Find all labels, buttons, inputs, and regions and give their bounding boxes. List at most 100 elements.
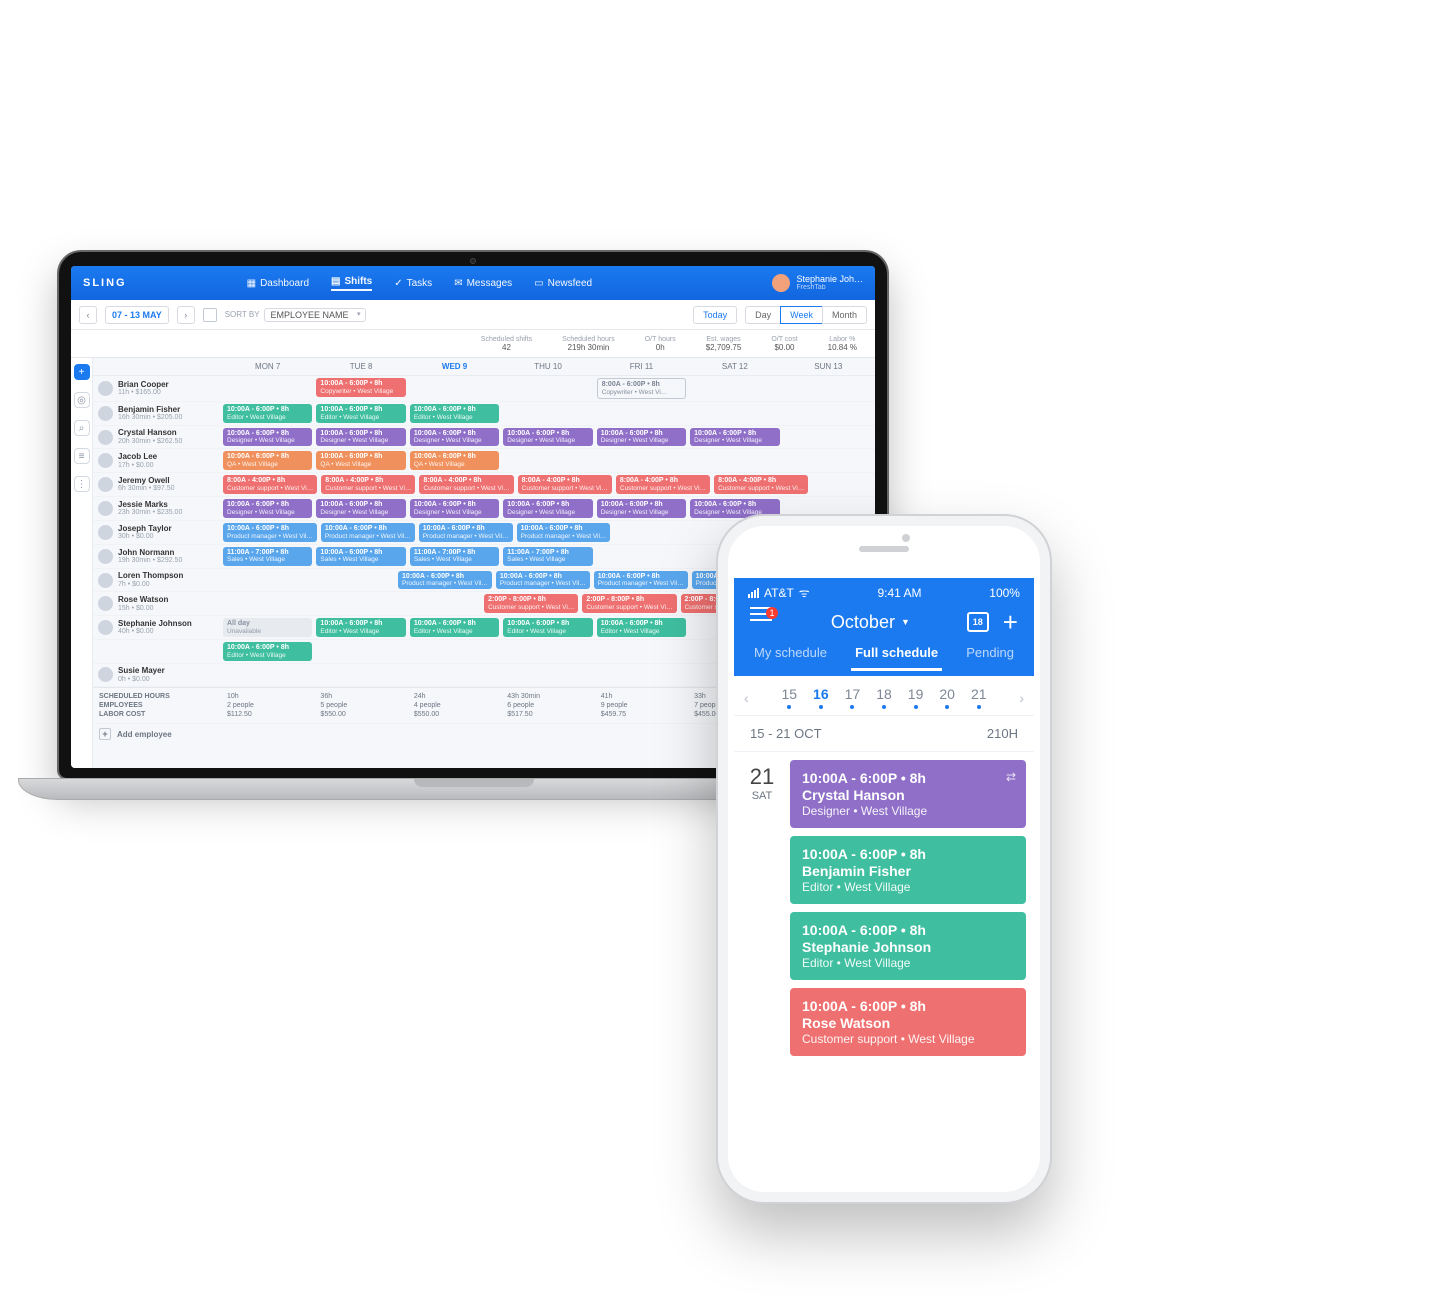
shift-slot[interactable]: 10:00A - 6:00P • 8hDesigner • West Villa…: [501, 497, 594, 520]
day-pill[interactable]: 17: [845, 686, 861, 709]
shift-chip[interactable]: 10:00A - 6:00P • 8hSales • West Village: [316, 547, 405, 566]
day-header[interactable]: THU 10: [501, 362, 594, 371]
shift-chip[interactable]: 10:00A - 6:00P • 8hEditor • West Village: [410, 618, 499, 637]
shift-slot[interactable]: 10:00A - 6:00P • 8hProduct manager • Wes…: [515, 521, 613, 544]
next-week-button[interactable]: ›: [177, 306, 195, 324]
date-range[interactable]: 07 - 13 MAY: [105, 306, 169, 324]
shift-slot[interactable]: [501, 376, 594, 401]
employee-cell[interactable]: John Normann19h 30min • $292.50: [93, 545, 221, 568]
shift-slot[interactable]: 10:00A - 6:00P • 8hSales • West Village: [314, 545, 407, 568]
nav-newsfeed[interactable]: ▭Newsfeed: [534, 278, 592, 289]
shift-chip[interactable]: 8:00A - 4:00P • 8hCustomer support • Wes…: [518, 475, 612, 494]
shift-slot[interactable]: 11:00A - 7:00P • 8hSales • West Village: [221, 545, 314, 568]
shift-slot[interactable]: [688, 449, 781, 472]
shift-chip[interactable]: 10:00A - 6:00P • 8hDesigner • West Villa…: [316, 499, 405, 518]
day-pill[interactable]: 18: [876, 686, 892, 709]
location-icon[interactable]: ◎: [74, 392, 90, 408]
shift-slot[interactable]: 10:00A - 6:00P • 8hDesigner • West Villa…: [314, 426, 407, 449]
shift-chip[interactable]: 10:00A - 6:00P • 8hEditor • West Village: [223, 642, 312, 661]
shift-slot[interactable]: [595, 640, 688, 663]
shift-chip[interactable]: 10:00A - 6:00P • 8hEditor • West Village: [316, 618, 405, 637]
day-pill[interactable]: 20: [939, 686, 955, 709]
day-pill[interactable]: 16: [813, 686, 829, 709]
nav-tasks[interactable]: ✓Tasks: [394, 278, 432, 289]
shift-slot[interactable]: 11:00A - 7:00P • 8hSales • West Village: [408, 545, 501, 568]
shift-chip[interactable]: 10:00A - 6:00P • 8hDesigner • West Villa…: [503, 499, 592, 518]
shift-slot[interactable]: 10:00A - 6:00P • 8hDesigner • West Villa…: [595, 426, 688, 449]
shift-chip[interactable]: 10:00A - 6:00P • 8hDesigner • West Villa…: [690, 428, 779, 447]
day-header[interactable]: TUE 8: [314, 362, 407, 371]
next-days-button[interactable]: ›: [1019, 690, 1024, 706]
shift-slot[interactable]: [595, 402, 688, 425]
shift-chip[interactable]: 10:00A - 6:00P • 8hProduct manager • Wes…: [517, 523, 611, 542]
shift-chip[interactable]: 10:00A - 6:00P • 8hCopywriter • West Vil…: [316, 378, 405, 397]
employee-cell[interactable]: Loren Thompson7h • $0.00: [93, 569, 221, 592]
shift-slot[interactable]: [782, 426, 875, 449]
shift-card[interactable]: 10:00A - 6:00P • 8h Crystal Hanson Desig…: [790, 760, 1026, 828]
sort-control[interactable]: SORT BY EMPLOYEE NAME: [225, 308, 366, 322]
shift-chip[interactable]: 10:00A - 6:00P • 8hDesigner • West Villa…: [410, 499, 499, 518]
shift-slot[interactable]: [309, 569, 397, 592]
shift-slot[interactable]: 8:00A - 4:00P • 8hCustomer support • Wes…: [319, 473, 417, 496]
shift-slot[interactable]: [408, 664, 501, 686]
view-day[interactable]: Day: [745, 306, 781, 324]
shift-slot[interactable]: [595, 545, 688, 568]
shift-chip[interactable]: 10:00A - 6:00P • 8hQA • West Village: [223, 451, 312, 470]
shift-slot[interactable]: [810, 473, 875, 496]
shift-slot[interactable]: [314, 640, 407, 663]
shift-chip[interactable]: 8:00A - 4:00P • 8hCustomer support • Wes…: [223, 475, 317, 494]
shift-slot[interactable]: [782, 376, 875, 401]
shift-chip[interactable]: 10:00A - 6:00P • 8hProduct manager • Wes…: [496, 571, 590, 590]
day-pill[interactable]: 19: [908, 686, 924, 709]
shift-slot[interactable]: 10:00A - 6:00P • 8hQA • West Village: [408, 449, 501, 472]
shift-chip[interactable]: 10:00A - 6:00P • 8hQA • West Village: [316, 451, 405, 470]
shift-slot[interactable]: 10:00A - 6:00P • 8hProduct manager • Wes…: [592, 569, 690, 592]
employee-cell[interactable]: Stephanie Johnson40h • $0.00: [93, 616, 221, 639]
employee-cell[interactable]: Jacob Lee17h • $0.00: [93, 449, 221, 472]
search-icon[interactable]: ⌕: [74, 420, 90, 436]
shift-slot[interactable]: [408, 376, 501, 401]
prev-days-button[interactable]: ‹: [744, 690, 749, 706]
shift-chip[interactable]: 10:00A - 6:00P • 8hDesigner • West Villa…: [503, 428, 592, 447]
employee-cell[interactable]: Jessie Marks23h 30min • $235.00: [93, 497, 221, 520]
shift-chip[interactable]: 10:00A - 6:00P • 8hProduct manager • Wes…: [321, 523, 415, 542]
shift-chip[interactable]: 11:00A - 7:00P • 8hSales • West Village: [503, 547, 592, 566]
shift-slot[interactable]: [782, 402, 875, 425]
nav-dashboard[interactable]: ▦Dashboard: [247, 278, 309, 289]
shift-card[interactable]: 10:00A - 6:00P • 8h Benjamin Fisher Edit…: [790, 836, 1026, 904]
shift-slot[interactable]: [221, 592, 308, 615]
month-picker[interactable]: October ▼: [831, 612, 910, 633]
user-menu[interactable]: Stephanie Joh… FreshTab: [772, 274, 863, 292]
employee-cell[interactable]: Jeremy Owell6h 30min • $97.50: [93, 473, 221, 496]
filter-icon[interactable]: ⋮: [74, 476, 90, 492]
shift-slot[interactable]: 2:00P - 8:00P • 8hCustomer support • Wes…: [482, 592, 580, 615]
shift-slot[interactable]: 10:00A - 6:00P • 8hDesigner • West Villa…: [688, 426, 781, 449]
shift-slot[interactable]: 10:00A - 6:00P • 8hDesigner • West Villa…: [221, 426, 314, 449]
employee-cell[interactable]: Crystal Hanson20h 30min • $262.50: [93, 426, 221, 449]
shift-slot[interactable]: 8:00A - 4:00P • 8hCustomer support • Wes…: [712, 473, 810, 496]
shift-chip[interactable]: 10:00A - 6:00P • 8hDesigner • West Villa…: [410, 428, 499, 447]
shift-chip[interactable]: All dayUnavailable: [223, 618, 312, 637]
shift-slot[interactable]: 10:00A - 6:00P • 8hDesigner • West Villa…: [221, 497, 314, 520]
shift-slot[interactable]: [595, 664, 688, 686]
shift-slot[interactable]: 10:00A - 6:00P • 8hEditor • West Village: [314, 402, 407, 425]
shift-slot[interactable]: [308, 592, 395, 615]
employee-cell[interactable]: Susie Mayer0h • $0.00: [93, 664, 221, 686]
view-week[interactable]: Week: [780, 306, 823, 324]
shift-slot[interactable]: 10:00A - 6:00P • 8hProduct manager • Wes…: [396, 569, 494, 592]
shift-chip[interactable]: 10:00A - 6:00P • 8hDesigner • West Villa…: [223, 428, 312, 447]
shift-slot[interactable]: [688, 402, 781, 425]
shift-slot[interactable]: 11:00A - 7:00P • 8hSales • West Village: [501, 545, 594, 568]
shift-chip[interactable]: 10:00A - 6:00P • 8hEditor • West Village: [503, 618, 592, 637]
shift-chip[interactable]: 10:00A - 6:00P • 8hDesigner • West Villa…: [597, 499, 686, 518]
shift-chip[interactable]: 2:00P - 8:00P • 8hCustomer support • Wes…: [484, 594, 578, 613]
shift-slot[interactable]: 10:00A - 6:00P • 8hEditor • West Village: [501, 616, 594, 639]
day-header[interactable]: SAT 12: [688, 362, 781, 371]
shift-chip[interactable]: 10:00A - 6:00P • 8hDesigner • West Villa…: [597, 428, 686, 447]
shift-slot[interactable]: [395, 592, 482, 615]
filter-button[interactable]: 1: [750, 613, 774, 631]
shift-chip[interactable]: 10:00A - 6:00P • 8hProduct manager • Wes…: [419, 523, 513, 542]
shift-slot[interactable]: 10:00A - 6:00P • 8hProduct manager • Wes…: [417, 521, 515, 544]
shift-chip[interactable]: 10:00A - 6:00P • 8hEditor • West Village: [316, 404, 405, 423]
shift-chip[interactable]: 10:00A - 6:00P • 8hEditor • West Village: [223, 404, 312, 423]
